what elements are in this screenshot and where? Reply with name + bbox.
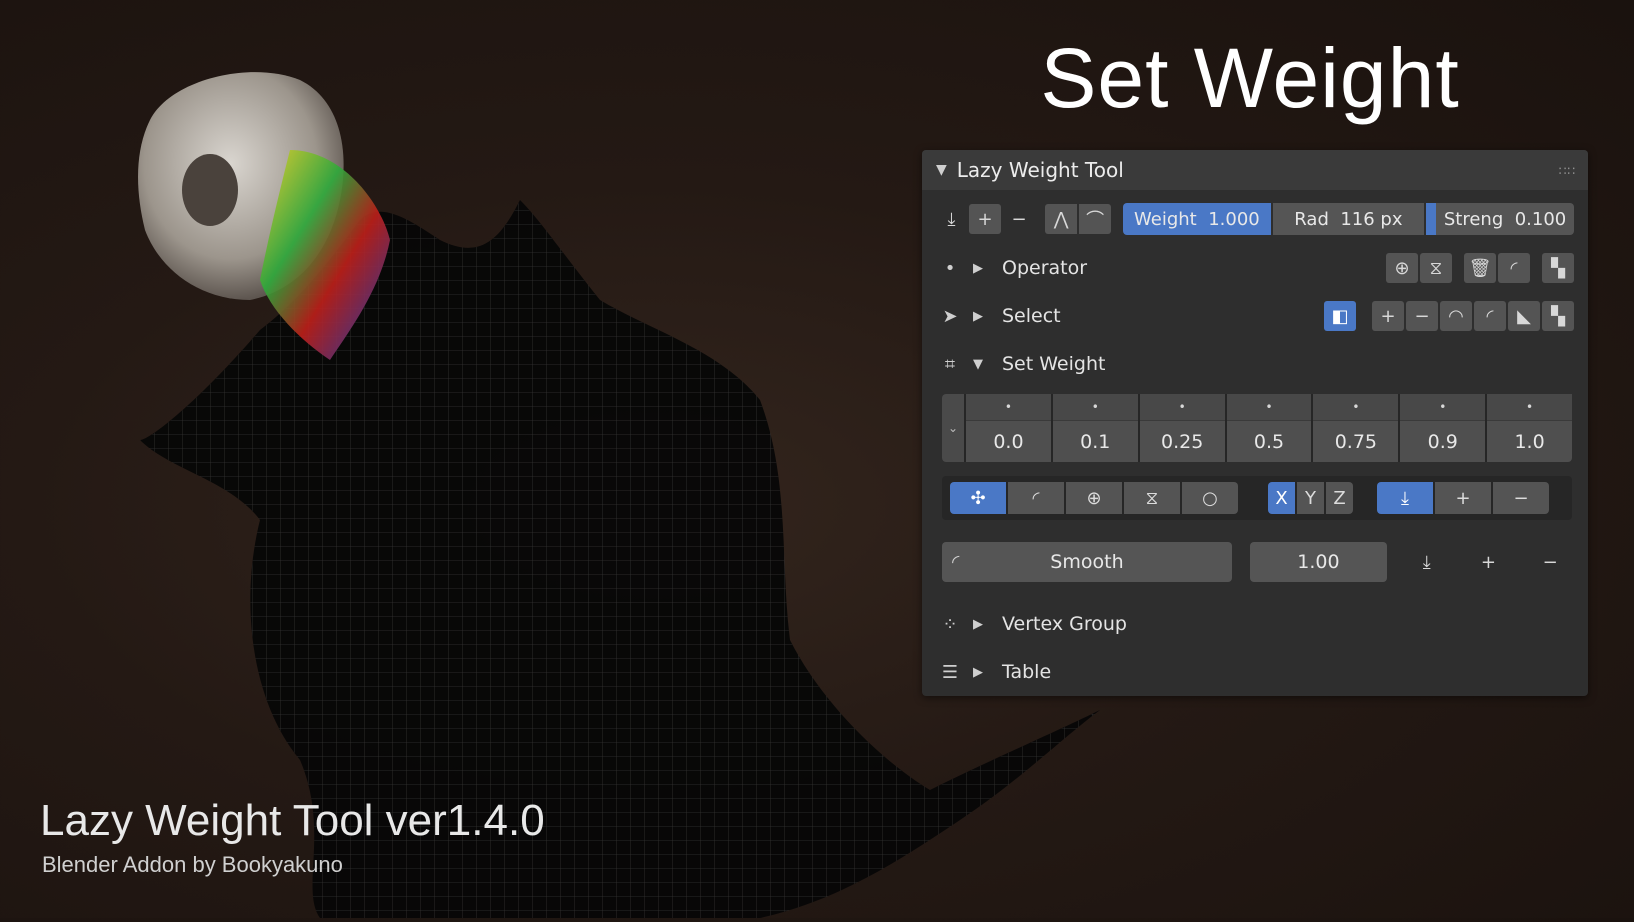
- dot-icon: •: [966, 394, 1051, 421]
- dot-icon: •: [1139, 394, 1225, 421]
- set-weight-label: Set Weight: [1002, 353, 1106, 375]
- bone-icon[interactable]: ✣: [950, 482, 1006, 514]
- select-section[interactable]: ➤ ▶ Select ◧ + − ◠ ◜ ◣ ▚: [936, 298, 1574, 334]
- select-label: Select: [1002, 305, 1061, 327]
- preset-value: 0.9: [1427, 430, 1458, 453]
- select-loop-icon[interactable]: ◜: [1474, 301, 1506, 331]
- vertex-group-label: Vertex Group: [1002, 613, 1127, 635]
- add-vertex-group-icon[interactable]: ⊕: [1066, 482, 1122, 514]
- radius-label: Rad: [1294, 208, 1329, 230]
- expand-triangle-icon[interactable]: ▶: [964, 261, 992, 276]
- collapse-triangle-icon[interactable]: ▼: [964, 357, 992, 372]
- brand-title: Lazy Weight Tool ver1.4.0: [40, 796, 545, 845]
- operator-label: Operator: [1002, 257, 1088, 279]
- vertex-group-section[interactable]: ⁘ ▶ Vertex Group: [936, 606, 1574, 642]
- minus-icon[interactable]: −: [1528, 547, 1572, 577]
- dot-icon: •: [944, 257, 956, 279]
- download-icon[interactable]: ⤓: [1377, 482, 1433, 514]
- smooth-factor-field[interactable]: 1.00: [1249, 542, 1387, 582]
- collapse-triangle-icon[interactable]: ▼: [936, 162, 947, 178]
- preset-value: 0.0: [993, 430, 1024, 453]
- add-vertex-group-icon[interactable]: ⊕: [1386, 253, 1418, 283]
- weight-label: Weight: [1134, 208, 1197, 230]
- plus-icon[interactable]: +: [1467, 547, 1511, 577]
- preset-value: 1.0: [1514, 430, 1545, 453]
- weight-value: 1.000: [1208, 208, 1260, 230]
- trash-icon[interactable]: 🗑: [1464, 253, 1496, 283]
- panel-title: Lazy Weight Tool: [956, 158, 1124, 182]
- strength-value: 0.100: [1514, 208, 1567, 230]
- drag-grip-icon[interactable]: ∷∷: [1559, 164, 1576, 178]
- grid-select-icon[interactable]: ▚: [1542, 253, 1574, 283]
- chevron-down-icon[interactable]: ⌄: [942, 394, 964, 462]
- smooth-button[interactable]: ◜ Smooth: [942, 542, 1232, 582]
- preset-value: 0.25: [1160, 430, 1204, 453]
- radius-field[interactable]: Rad 116 px: [1272, 203, 1425, 235]
- select-face-icon[interactable]: ◣: [1508, 301, 1540, 331]
- preset-button[interactable]: • 0.0: [966, 394, 1051, 462]
- operator-section[interactable]: • ▶ Operator ⊕ ⧖ 🗑 ◜ ▚: [936, 250, 1574, 286]
- dot-icon: •: [1313, 394, 1399, 421]
- table-section[interactable]: ☰ ▶ Table: [936, 654, 1574, 690]
- mode-toolbar: ✣ ◜ ⊕ ⧖ ○ X Y Z ⤓ + −: [942, 476, 1572, 520]
- preset-value: 0.1: [1080, 430, 1111, 453]
- expand-triangle-icon[interactable]: ▶: [964, 665, 992, 680]
- table-label: Table: [1002, 661, 1052, 683]
- minus-icon[interactable]: −: [1493, 482, 1549, 514]
- axis-y-toggle[interactable]: Y: [1297, 482, 1324, 514]
- plus-icon[interactable]: +: [969, 204, 1002, 234]
- preset-value: 0.75: [1334, 430, 1378, 453]
- preset-button[interactable]: • 0.5: [1226, 394, 1312, 462]
- set-weight-section[interactable]: ⌗ ▼ Set Weight: [936, 346, 1574, 382]
- select-less-icon[interactable]: −: [1406, 301, 1438, 331]
- dot-icon: •: [1226, 394, 1312, 421]
- cursor-arrow-icon: ➤: [942, 305, 958, 327]
- weight-field[interactable]: Weight 1.000: [1123, 203, 1271, 235]
- weight-presets: ⌄ • 0.0 • 0.1 • 0.25 • 0.5 • 0.75 • 0.9 • 1.0: [942, 394, 1573, 462]
- preset-button[interactable]: • 0.1: [1052, 394, 1138, 462]
- dot-icon: •: [1400, 394, 1486, 421]
- mirror-icon[interactable]: ⧖: [1420, 253, 1452, 283]
- smooth-curve-icon[interactable]: ◜: [1008, 482, 1064, 514]
- preset-button[interactable]: • 1.0: [1487, 394, 1573, 462]
- curve-sharp-icon[interactable]: ⋀: [1045, 204, 1078, 234]
- expand-triangle-icon[interactable]: ▶: [964, 617, 992, 632]
- expand-triangle-icon[interactable]: ▶: [964, 309, 992, 324]
- lazy-weight-tool-panel: ▼ Lazy Weight Tool ∷∷ ⤓ + − ⋀ ⌒ Weight 1…: [922, 150, 1588, 696]
- select-linked-icon[interactable]: ◠: [1440, 301, 1472, 331]
- smooth-curve-icon[interactable]: ◜: [1498, 253, 1530, 283]
- plus-icon[interactable]: +: [1435, 482, 1491, 514]
- set-weight-icon: ⌗: [944, 353, 956, 375]
- axis-x-toggle[interactable]: X: [1268, 482, 1295, 514]
- headline-title: Set Weight: [1040, 31, 1460, 125]
- smooth-label: Smooth: [1050, 551, 1124, 573]
- list-icon: ☰: [941, 661, 959, 683]
- preset-button[interactable]: • 0.25: [1139, 394, 1225, 462]
- dot-icon: •: [1487, 394, 1573, 421]
- preset-value: 0.5: [1253, 430, 1285, 453]
- preset-button[interactable]: • 0.9: [1400, 394, 1486, 462]
- mirror-icon[interactable]: ⧖: [1124, 482, 1180, 514]
- axis-z-toggle[interactable]: Z: [1326, 482, 1353, 514]
- radius-value: 116 px: [1340, 208, 1403, 230]
- minus-icon[interactable]: −: [1003, 204, 1035, 234]
- select-more-icon[interactable]: +: [1372, 301, 1404, 331]
- circle-icon[interactable]: ○: [1182, 482, 1238, 514]
- panel-header[interactable]: ▼ Lazy Weight Tool ∷∷: [922, 150, 1588, 190]
- vertex-group-icon: ⁘: [942, 613, 958, 635]
- preset-button[interactable]: • 0.75: [1313, 394, 1399, 462]
- select-mode-icon[interactable]: ◧: [1324, 301, 1356, 331]
- download-icon[interactable]: ⤓: [1405, 547, 1449, 577]
- curve-flat-icon[interactable]: ⌒: [1079, 204, 1112, 234]
- strength-field[interactable]: Streng 0.100: [1426, 203, 1574, 235]
- brand-subtitle: Blender Addon by Bookyakuno: [42, 852, 343, 877]
- dot-icon: •: [1052, 394, 1138, 421]
- strength-label: Streng: [1443, 208, 1504, 230]
- select-grid-icon[interactable]: ▚: [1542, 301, 1574, 331]
- download-icon[interactable]: ⤓: [936, 204, 967, 234]
